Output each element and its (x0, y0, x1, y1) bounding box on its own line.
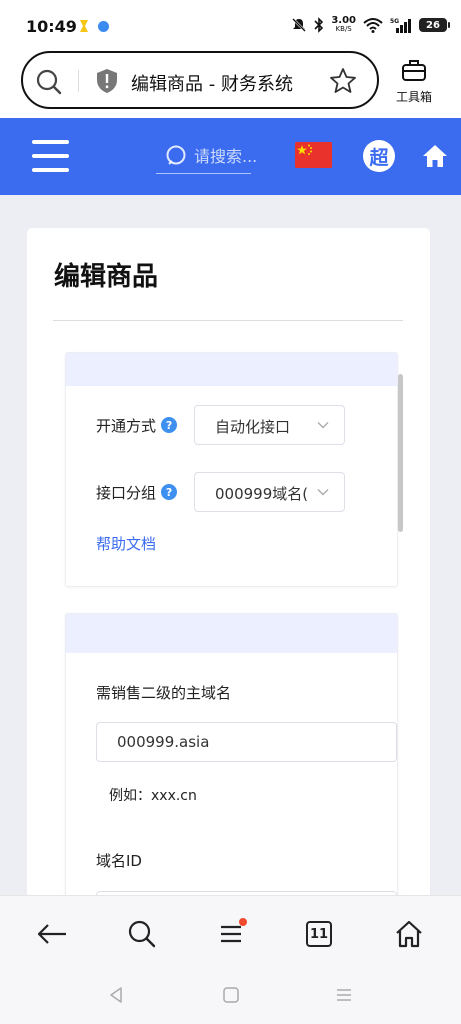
notification-app-icon (80, 20, 88, 32)
panel-header (66, 614, 397, 653)
activation-panel: 开通方式 ? 自动化接口 接口分组 ? 000999域名(: 帮助文档 (65, 352, 398, 587)
interface-group-value: 000999域名(: (215, 485, 307, 503)
menu-button[interactable] (213, 916, 249, 952)
interface-group-label: 接口分组 (96, 483, 157, 502)
title-divider (53, 320, 403, 321)
help-question-icon[interactable]: ? (161, 484, 178, 500)
back-icon (37, 924, 66, 944)
notification-dot (239, 918, 247, 926)
star-icon[interactable] (329, 67, 357, 95)
battery-icon: 26 (419, 18, 450, 32)
shield-icon[interactable] (95, 68, 119, 94)
home-icon (396, 920, 422, 948)
example-hint: 例如：xxx.cn (109, 788, 197, 804)
edit-product-card: 编辑商品 开通方式 ? 自动化接口 接口分组 ? 000999域名(: 帮助文档… (27, 228, 430, 895)
page-title-in-address-bar: 编辑商品 - 财务系统 (131, 74, 293, 95)
page-title: 编辑商品 (54, 262, 159, 292)
status-bar: 10:49 3.00 KB/S 5G 26 (0, 0, 461, 48)
panel-header (66, 353, 397, 386)
mute-icon (292, 18, 307, 32)
interface-group-row: 接口分组 ? (96, 472, 178, 512)
home-icon[interactable] (422, 144, 448, 168)
wifi-icon (363, 18, 383, 33)
status-icons: 3.00 KB/S 5G 26 (291, 14, 450, 36)
main-domain-value: 000999.asia (117, 733, 210, 751)
menu-icon (221, 925, 241, 943)
search-icon (128, 920, 156, 948)
status-time: 10:49 (26, 17, 77, 36)
help-docs-link[interactable]: 帮助文档 (96, 533, 156, 554)
search-icon (36, 69, 62, 95)
activation-method-value: 自动化接口 (215, 418, 291, 436)
hamburger-menu-icon[interactable] (32, 140, 69, 172)
main-domain-label: 需销售二级的主域名 (96, 684, 232, 702)
activation-method-row: 开通方式 ? (96, 405, 178, 445)
tabs-button[interactable]: 11 (301, 916, 337, 952)
chevron-down-icon (317, 422, 329, 429)
back-triangle-icon[interactable] (108, 986, 124, 1004)
browser-toolbar: 编辑商品 - 财务系统 工具箱 (0, 48, 461, 118)
tabs-icon: 11 (306, 921, 332, 947)
search-icon (166, 145, 186, 165)
notification-app-icon-2 (98, 21, 109, 32)
back-button[interactable] (34, 916, 70, 952)
site-search-placeholder: 请搜索... (194, 147, 258, 166)
activation-method-select[interactable]: 自动化接口 (194, 405, 345, 445)
toolbox-icon (402, 60, 426, 81)
content-area: 编辑商品 开通方式 ? 自动化接口 接口分组 ? 000999域名(: 帮助文档… (0, 195, 461, 895)
recents-icon[interactable] (335, 986, 353, 1004)
site-search[interactable]: 请搜索... (156, 140, 257, 174)
address-divider (78, 70, 79, 92)
address-bar[interactable]: 编辑商品 - 财务系统 (21, 51, 379, 109)
home-square-icon[interactable] (222, 986, 240, 1004)
chevron-down-icon (317, 489, 329, 496)
network-speed: 3.00 KB/S (331, 15, 356, 34)
browser-bottom-nav: 11 (0, 895, 461, 970)
site-header: 请搜索... 超 (0, 118, 461, 195)
help-question-icon[interactable]: ? (161, 417, 178, 433)
toolbox-label: 工具箱 (395, 90, 432, 104)
5g-signal-icon: 5G (390, 18, 411, 33)
domain-id-label: 域名ID (96, 852, 142, 870)
search-button[interactable] (124, 916, 160, 952)
svg-text:5G: 5G (390, 18, 399, 25)
activation-method-label: 开通方式 (96, 416, 157, 435)
avatar[interactable]: 超 (363, 140, 395, 172)
china-flag-icon[interactable] (295, 142, 332, 168)
main-domain-input[interactable]: 000999.asia (96, 722, 397, 762)
interface-group-select[interactable]: 000999域名(: (194, 472, 345, 512)
bluetooth-icon (314, 17, 324, 33)
system-navigation (0, 970, 461, 1024)
domain-panel: 需销售二级的主域名 000999.asia 例如：xxx.cn 域名ID (65, 613, 398, 895)
toolbox-button[interactable]: 工具箱 (388, 58, 440, 105)
scrollbar[interactable] (398, 374, 403, 532)
home-button[interactable] (391, 916, 427, 952)
